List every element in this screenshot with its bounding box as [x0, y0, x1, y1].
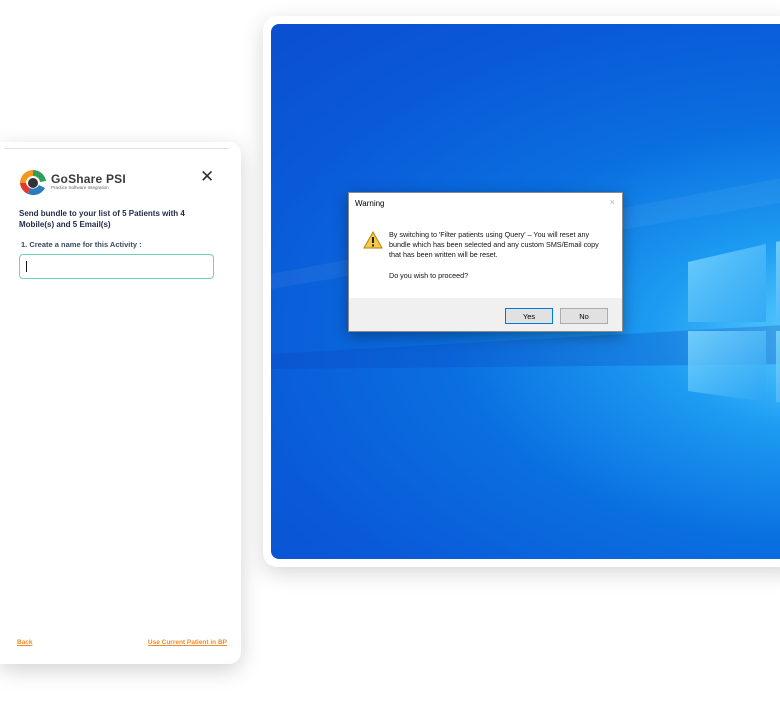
close-icon[interactable]: ✕ [200, 167, 214, 187]
no-button[interactable]: No [560, 308, 608, 324]
dialog-message: By switching to 'Filter patients using Q… [389, 230, 599, 259]
panel-divider [4, 148, 229, 149]
goshare-panel: GoShare PSI Practice Software Integratio… [0, 142, 241, 664]
goshare-logo-icon [20, 169, 46, 196]
intro-text: Send bundle to your list of 5 Patients w… [19, 209, 185, 229]
dialog-question: Do you wish to proceed? [389, 271, 469, 280]
use-current-patient-link[interactable]: Use Current Patient in BP [148, 639, 227, 646]
warning-dialog: Warning × By switching to 'Filter patien… [348, 192, 623, 332]
dialog-footer: Yes No [349, 298, 622, 331]
logo-name: GoShare PSI [51, 172, 126, 186]
back-link[interactable]: Back [17, 639, 33, 646]
logo-subtitle: Practice Software Integration [51, 185, 109, 190]
yes-button[interactable]: Yes [505, 308, 553, 324]
dialog-title: Warning [355, 199, 385, 208]
activity-name-label: 1. Create a name for this Activity : [21, 240, 142, 249]
text-caret [26, 261, 27, 272]
dialog-close-icon[interactable]: × [610, 197, 615, 207]
warning-triangle-icon [363, 231, 383, 249]
activity-name-input[interactable] [19, 254, 214, 279]
